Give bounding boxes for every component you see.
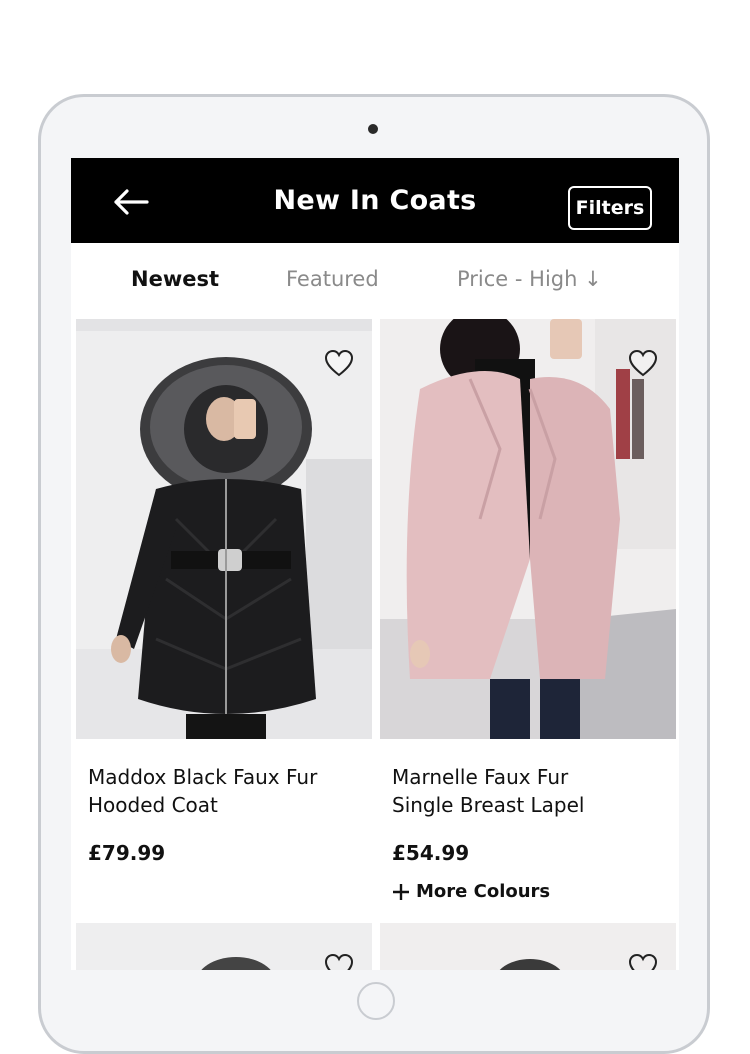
camera-dot: [368, 124, 378, 134]
product-name-line: Marnelle Faux Fur: [392, 765, 569, 789]
product-name-line: Maddox Black Faux Fur: [88, 765, 318, 789]
tab-newest[interactable]: Newest: [131, 267, 219, 291]
product-image[interactable]: [380, 319, 676, 739]
product-photo-black-coat: [76, 319, 372, 739]
product-image[interactable]: [76, 319, 372, 739]
top-bar: New In Coats Filters: [71, 158, 679, 243]
heart-icon[interactable]: [324, 953, 354, 970]
home-button[interactable]: [357, 982, 395, 1020]
product-price: £79.99: [88, 841, 166, 865]
product-name[interactable]: Maddox Black Faux Fur Hooded Coat: [88, 763, 364, 819]
product-name[interactable]: Marnelle Faux Fur Single Breast Lapel: [392, 763, 668, 819]
heart-icon[interactable]: [324, 349, 354, 377]
plus-icon: [393, 883, 409, 900]
product-card-partial[interactable]: [380, 923, 676, 970]
more-colours-link[interactable]: More Colours: [392, 881, 550, 902]
heart-icon[interactable]: [628, 349, 658, 377]
product-card-partial[interactable]: [76, 923, 372, 970]
sort-tabs: Newest Featured Price - High ↓: [71, 243, 679, 319]
product-name-line: Hooded Coat: [88, 793, 218, 817]
filters-button[interactable]: Filters: [568, 186, 652, 230]
product-name-line: Single Breast Lapel: [392, 793, 585, 817]
back-button[interactable]: [111, 182, 151, 222]
product-photo-pink-coat: [380, 319, 676, 739]
tab-featured[interactable]: Featured: [286, 267, 379, 291]
more-colours-label: More Colours: [416, 881, 551, 902]
heart-icon[interactable]: [628, 953, 658, 970]
arrow-left-icon: [114, 189, 149, 215]
app-screen: New In Coats Filters Newest Featured Pri…: [71, 158, 679, 970]
tab-price-high[interactable]: Price - High ↓: [457, 267, 602, 291]
product-price: £54.99: [392, 841, 470, 865]
product-grid: Maddox Black Faux Fur Hooded Coat £79.99: [71, 319, 679, 970]
